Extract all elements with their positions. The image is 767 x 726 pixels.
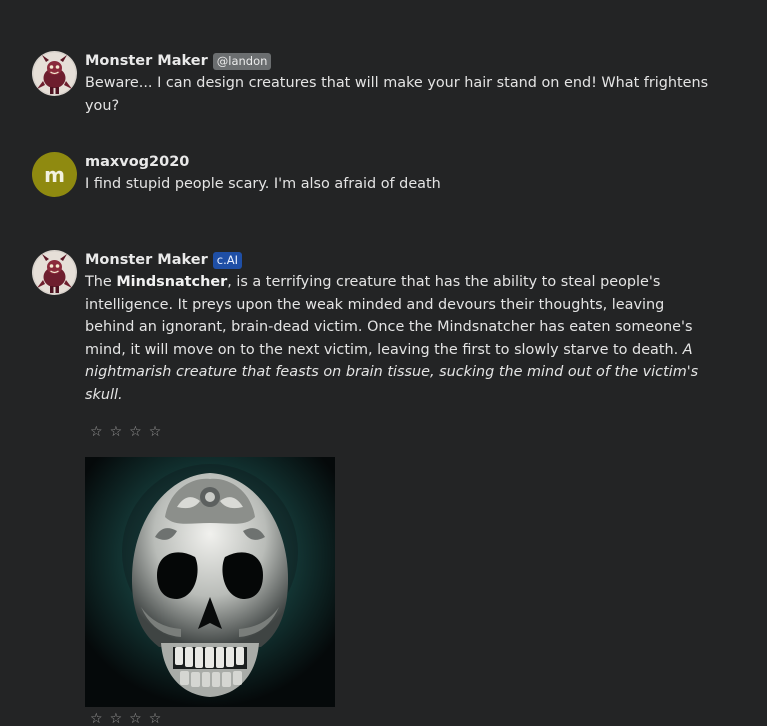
message-text: The Mindsnatcher, is a terrifying creatu… — [85, 271, 715, 407]
image-rating: ☆ ☆ ☆ ☆ — [85, 711, 715, 726]
author-row: Monster Maker @landon — [85, 51, 715, 71]
message-text: Beware... I can design creatures that wi… — [85, 75, 709, 114]
ai-badge: c.AI — [212, 251, 243, 269]
monster-avatar-icon[interactable] — [32, 250, 77, 295]
star-outline-icon[interactable]: ☆ — [129, 424, 142, 440]
star-outline-icon[interactable]: ☆ — [110, 424, 123, 440]
star-outline-icon[interactable]: ☆ — [90, 711, 103, 726]
star-outline-icon[interactable]: ☆ — [149, 711, 162, 726]
user-avatar[interactable]: m — [32, 152, 77, 197]
skull-image[interactable] — [85, 456, 335, 707]
star-outline-icon[interactable]: ☆ — [110, 711, 123, 726]
message-rating: ☆ ☆ ☆ ☆ — [85, 424, 715, 440]
message-content: Monster Maker @landon Beware... I can de… — [85, 51, 715, 117]
author-name[interactable]: Monster Maker — [85, 53, 208, 69]
author-row: maxvog2020 — [85, 152, 715, 172]
star-outline-icon[interactable]: ☆ — [129, 711, 142, 726]
message-text: I find stupid people scary. I'm also afr… — [85, 176, 441, 192]
message-content: maxvog2020 I find stupid people scary. I… — [85, 152, 715, 196]
creator-badge[interactable]: @landon — [212, 52, 272, 70]
chat-thread: Monster Maker @landon Beware... I can de… — [0, 0, 767, 726]
text-intro: The — [85, 274, 117, 290]
star-outline-icon[interactable]: ☆ — [90, 424, 103, 440]
author-name[interactable]: Monster Maker — [85, 252, 208, 268]
monster-avatar-icon[interactable] — [32, 51, 77, 96]
star-outline-icon[interactable]: ☆ — [149, 424, 162, 440]
creature-name: Mindsnatcher — [116, 274, 228, 290]
message-content: Monster Maker c.AI The Mindsnatcher, is … — [85, 250, 715, 726]
author-row: Monster Maker c.AI — [85, 250, 715, 270]
author-name[interactable]: maxvog2020 — [85, 154, 189, 170]
